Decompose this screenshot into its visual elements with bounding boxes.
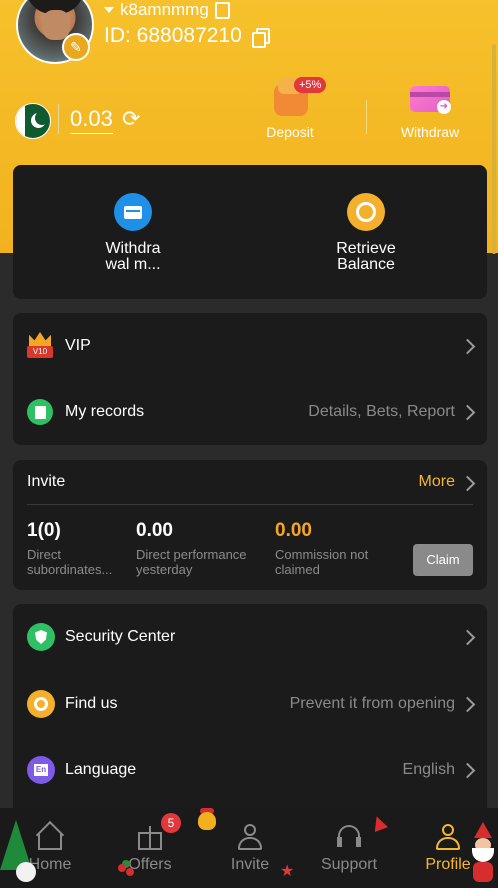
refresh-icon[interactable]: ⟳ — [122, 108, 144, 130]
username-row: k8amnmmg — [104, 0, 230, 20]
user-id: ID: 688087210 — [104, 24, 242, 47]
copy-id-icon[interactable] — [251, 28, 270, 48]
records-value: Details, Bets, Report — [308, 403, 455, 420]
stat-value: 1(0) — [27, 520, 61, 541]
find-us-label: Find us — [65, 695, 118, 712]
divider — [27, 504, 473, 505]
chevron-right-icon[interactable] — [459, 475, 476, 492]
bottom-nav: Home Offers Invite Support Profile — [0, 808, 498, 888]
vip-label: VIP — [65, 337, 91, 354]
pakistan-flag-icon — [15, 103, 51, 139]
gift-icon — [135, 822, 165, 852]
stat-value: 0.00 — [275, 520, 312, 541]
stat-direct-subordinates: 1(0) Direct subordinates... — [27, 520, 112, 577]
invite-title: Invite — [27, 473, 66, 490]
nav-label: Support — [320, 856, 378, 873]
invite-more-link[interactable]: More — [419, 473, 455, 491]
offers-count-badge: 5 — [161, 813, 181, 833]
stat-commission: 0.00 Commission not claimed — [275, 520, 368, 577]
security-label: Security Center — [65, 628, 176, 645]
headset-icon — [334, 822, 364, 852]
santa-icon — [470, 822, 496, 882]
bell-icon — [198, 812, 216, 830]
coin-icon — [347, 193, 385, 231]
menu-card: V10 VIP My records Details, Bets, Report — [13, 313, 487, 445]
nav-support[interactable]: Support — [299, 822, 399, 874]
retrieve-balance-button[interactable]: Retrieve Balance — [296, 193, 436, 273]
find-us-value: Prevent it from opening — [289, 695, 455, 712]
chevron-right-icon — [459, 338, 476, 354]
deposit-bonus-badge: +5% — [294, 77, 327, 93]
chevron-right-icon — [459, 629, 476, 645]
user-id-row: ID: 688087210 — [104, 24, 270, 48]
withdraw-label: Withdraw — [400, 124, 460, 140]
settings-card: Security Center Find us Prevent it from … — [13, 604, 487, 824]
language-value: English — [402, 761, 455, 778]
chevron-right-icon — [459, 404, 476, 420]
chevron-right-icon — [459, 696, 476, 712]
profile-icon — [433, 822, 463, 852]
divider — [58, 104, 59, 134]
people-icon — [235, 822, 265, 852]
withdrawal-method-button[interactable]: Withdra wal m... — [63, 193, 203, 273]
wallet-card: Withdra wal m... Retrieve Balance — [13, 165, 487, 299]
language-label: Language — [65, 761, 137, 778]
vip-level-tag: V10 — [27, 346, 53, 358]
divider — [366, 100, 367, 134]
scrollbar[interactable] — [492, 44, 496, 254]
chevron-right-icon — [459, 762, 476, 778]
holly-icon — [118, 864, 126, 872]
retrieve-balance-label: Retrieve Balance — [336, 240, 396, 273]
invite-card: Invite More 1(0) Direct subordinates... … — [13, 460, 487, 590]
card-icon: ➜ — [408, 76, 452, 116]
username: k8amnmmg — [120, 0, 209, 19]
stat-desc: Commission not claimed — [275, 547, 369, 577]
claim-button[interactable]: Claim — [413, 544, 473, 576]
find-us-icon — [27, 690, 55, 718]
snowman-icon — [16, 862, 36, 882]
stat-desc: Direct subordinates... — [27, 547, 113, 577]
stat-direct-performance: 0.00 Direct performance yesterday — [136, 520, 247, 577]
records-icon — [27, 399, 53, 425]
menu-item-records[interactable]: My records Details, Bets, Report — [13, 379, 487, 445]
withdraw-button[interactable]: ➜ Withdraw — [380, 76, 480, 140]
edit-avatar-icon[interactable]: ✎ — [62, 33, 90, 61]
caret-down-icon — [104, 7, 114, 13]
balance-amount: 0.03 — [70, 106, 113, 134]
menu-item-language[interactable]: En Language English — [13, 737, 487, 803]
stat-value: 0.00 — [136, 520, 173, 541]
home-icon — [35, 822, 65, 852]
copy-username-icon[interactable] — [214, 1, 230, 19]
menu-item-security[interactable]: Security Center — [13, 604, 487, 670]
menu-item-find-us[interactable]: Find us Prevent it from opening — [13, 671, 487, 737]
stat-desc: Direct performance yesterday — [136, 547, 247, 577]
nav-offers[interactable]: Offers — [100, 822, 200, 874]
menu-item-vip[interactable]: V10 VIP — [13, 313, 487, 379]
star-icon: ★ — [280, 863, 295, 880]
shield-icon — [27, 623, 55, 651]
records-label: My records — [65, 403, 145, 420]
withdrawal-method-label: Withdra wal m... — [105, 240, 161, 273]
nav-label: Offers — [128, 856, 172, 873]
language-icon: En — [27, 756, 55, 784]
bank-card-icon — [114, 193, 152, 231]
deposit-label: Deposit — [266, 124, 314, 140]
vip-crown-icon: V10 — [27, 332, 53, 360]
